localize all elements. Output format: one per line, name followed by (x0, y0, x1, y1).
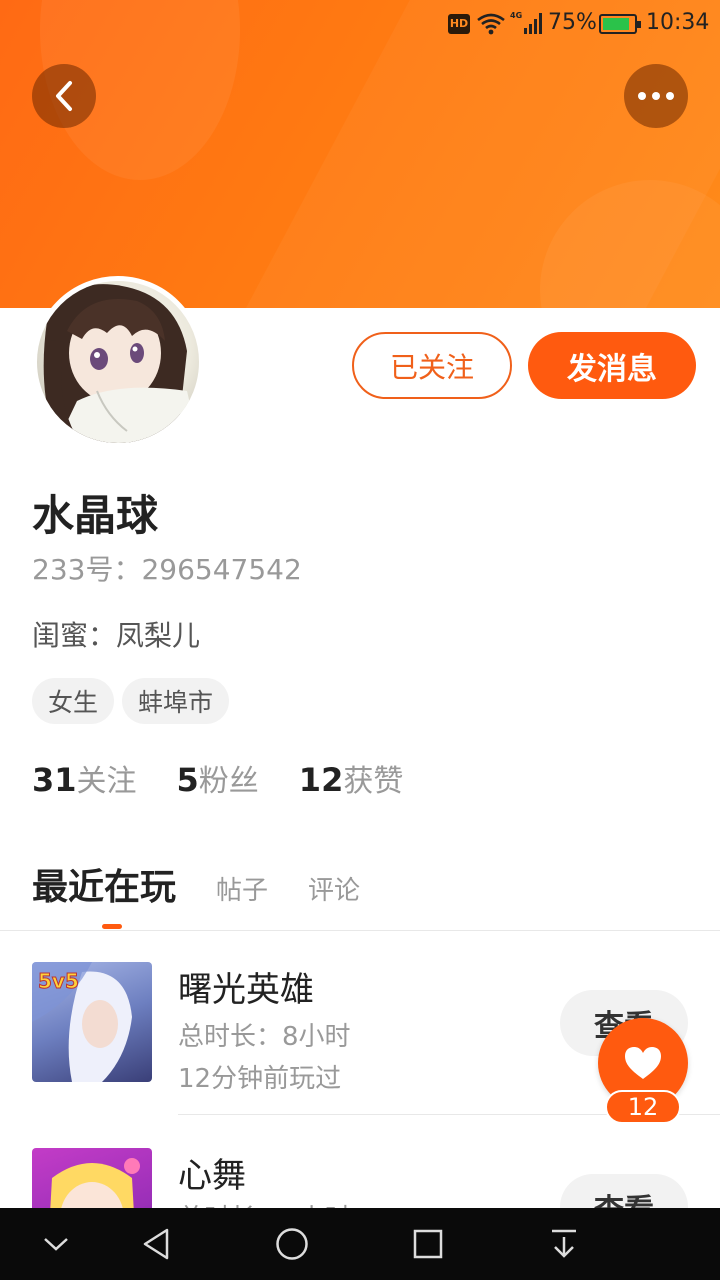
back-triangle-icon[interactable] (138, 1226, 174, 1262)
chevron-left-icon (56, 81, 72, 111)
system-navigation-bar (0, 1208, 720, 1280)
game-name: 曙光英雄 (178, 970, 314, 1010)
stat-following-label: 关注 (76, 764, 137, 799)
game-duration: 总时长：8小时 (178, 1022, 351, 1052)
user-id: 233号：296547542 (32, 553, 302, 586)
avatar[interactable] (32, 276, 204, 448)
stat-fans[interactable]: 5粉丝 (177, 756, 259, 800)
hd-indicator: HD (448, 14, 470, 34)
recent-square-icon[interactable] (410, 1226, 446, 1262)
bestie-info: 闺蜜：凤梨儿 (32, 619, 201, 652)
stat-likes-label: 获赞 (343, 764, 404, 799)
send-message-button[interactable]: 发消息 (528, 332, 696, 399)
svg-text:5v5: 5v5 (38, 969, 79, 993)
profile-tags: 女生 蚌埠市 (32, 678, 230, 724)
home-circle-icon[interactable] (274, 1226, 310, 1262)
tab-indicator (102, 924, 122, 929)
pull-down-icon[interactable] (546, 1226, 582, 1262)
profile-stats: 31关注 5粉丝 12获赞 (32, 756, 403, 800)
game-last-played: 12分钟前玩过 (178, 1064, 342, 1094)
stat-following[interactable]: 31关注 (32, 756, 137, 800)
more-dots-icon (638, 92, 674, 100)
game-icon: 5v5 (32, 962, 152, 1082)
like-count-badge: 12 (605, 1090, 681, 1124)
profile-tabs: 最近在玩 帖子 评论 (32, 858, 400, 910)
tab-comments[interactable]: 评论 (308, 870, 360, 907)
wifi-icon (477, 13, 505, 35)
more-button[interactable] (624, 64, 688, 128)
tab-posts[interactable]: 帖子 (216, 870, 268, 907)
battery-icon (599, 14, 641, 34)
stat-fans-label: 粉丝 (198, 764, 259, 799)
battery-percent: 75% (548, 10, 597, 35)
stat-likes-count: 12 (298, 761, 344, 799)
tab-divider (0, 930, 720, 931)
stat-likes[interactable]: 12获赞 (299, 756, 404, 800)
chevron-down-icon[interactable] (38, 1226, 74, 1262)
username: 水晶球 (32, 491, 159, 540)
stat-fans-count: 5 (176, 761, 199, 799)
back-button[interactable] (32, 64, 96, 128)
followed-button[interactable]: 已关注 (352, 332, 512, 399)
heart-icon (625, 1047, 661, 1079)
signal-icon: 4G (510, 11, 542, 34)
svg-text:4G: 4G (510, 11, 522, 20)
tag-city: 蚌埠市 (122, 678, 230, 724)
tab-recent-games[interactable]: 最近在玩 (32, 858, 176, 910)
game-name: 心舞 (178, 1156, 246, 1196)
clock: 10:34 (646, 10, 710, 35)
status-bar: HD 4G 75% 10:34 (0, 0, 720, 48)
stat-following-count: 31 (32, 761, 77, 799)
tag-gender: 女生 (32, 678, 115, 724)
